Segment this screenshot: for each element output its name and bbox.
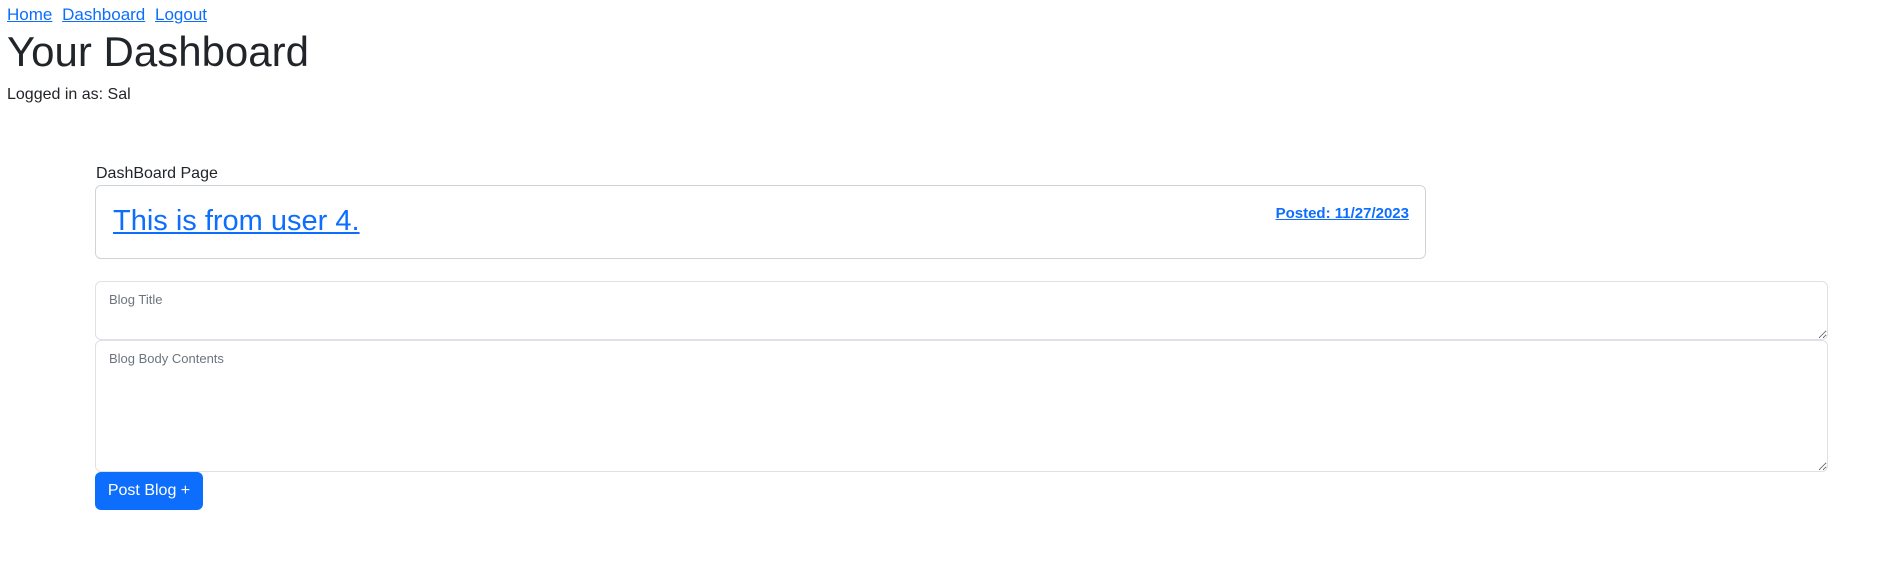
post-date-link[interactable]: Posted: 11/27/2023 bbox=[1276, 204, 1409, 224]
logged-in-status: Logged in as: Sal bbox=[7, 86, 131, 103]
dashboard-section-label: DashBoard Page bbox=[96, 165, 218, 182]
nav-link-home[interactable]: Home bbox=[7, 5, 52, 24]
page-title: Your Dashboard bbox=[7, 28, 309, 75]
post-blog-button[interactable]: Post Blog + bbox=[95, 472, 203, 510]
blog-body-input[interactable] bbox=[95, 340, 1828, 472]
nav-link-dashboard[interactable]: Dashboard bbox=[62, 5, 145, 24]
nav-link-logout[interactable]: Logout bbox=[155, 5, 207, 24]
blog-title-input[interactable] bbox=[95, 281, 1828, 340]
post-card: This is from user 4. Posted: 11/27/2023 bbox=[95, 185, 1426, 259]
post-title-link[interactable]: This is from user 4. bbox=[113, 203, 360, 239]
top-navigation: Home Dashboard Logout bbox=[7, 4, 212, 26]
dashboard-page: Home Dashboard Logout Your Dashboard Log… bbox=[0, 0, 1878, 577]
